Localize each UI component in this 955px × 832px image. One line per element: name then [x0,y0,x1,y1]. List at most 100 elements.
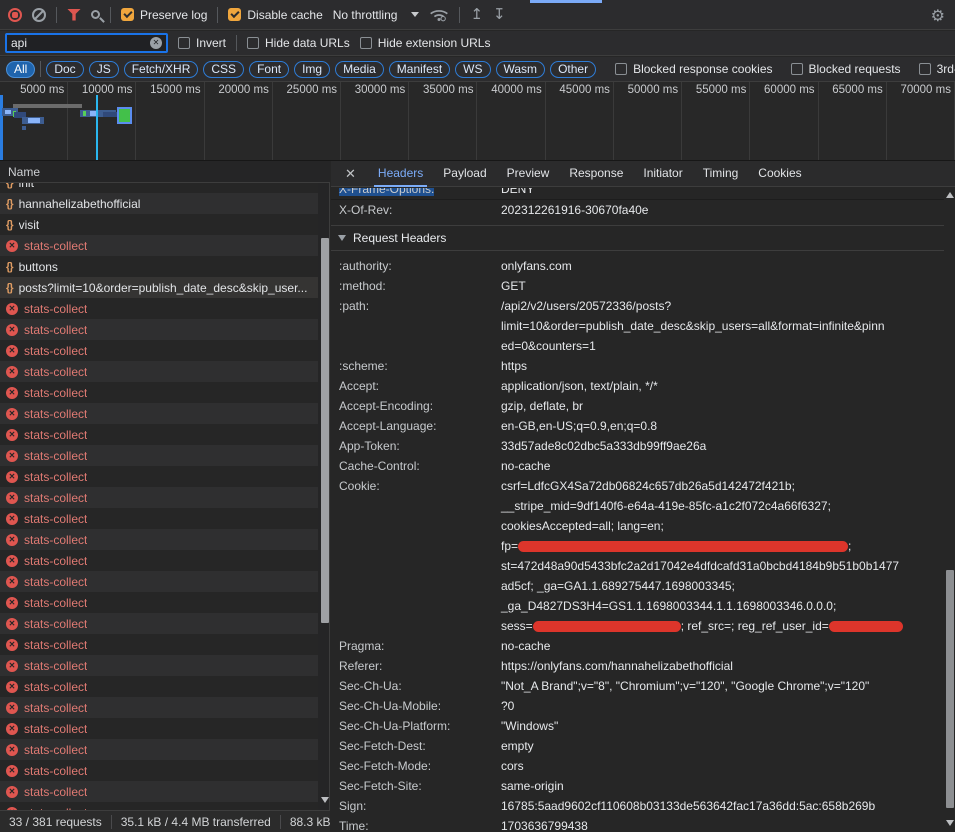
scrollbar-thumb[interactable] [946,570,954,808]
request-row[interactable]: ✕stats-collect [0,319,318,340]
filter-icon[interactable] [67,9,81,21]
request-row[interactable]: ✕stats-collect [0,361,318,382]
tab-headers[interactable]: Headers [368,161,433,187]
request-headers-section[interactable]: Request Headers [331,225,944,251]
type-filter-font[interactable]: Font [249,61,289,78]
type-filter-media[interactable]: Media [335,61,384,78]
request-row[interactable]: ✕stats-collect [0,697,318,718]
hide-extension-urls-checkbox[interactable]: Hide extension URLs [360,36,491,50]
checked-checkbox-icon[interactable] [121,8,134,21]
scroll-up-icon[interactable] [946,192,954,198]
export-har-icon[interactable]: ↧ [493,8,506,22]
request-row[interactable]: ✕stats-collect [0,445,318,466]
checked-checkbox-icon[interactable] [228,8,241,21]
filter-input[interactable] [11,36,146,50]
request-row[interactable]: ✕stats-collect [0,781,318,802]
request-row[interactable]: ✕stats-collect [0,235,318,256]
type-filter-wasm[interactable]: Wasm [496,61,546,78]
preserve-log-checkbox[interactable]: Preserve log [121,8,207,22]
blocked-response-cookies-checkbox[interactable]: Blocked response cookies [615,62,772,76]
record-icon[interactable] [8,8,22,22]
tab-timing[interactable]: Timing [693,161,749,187]
request-row[interactable]: ✕stats-collect [0,592,318,613]
request-row[interactable]: ✕stats-collect [0,508,318,529]
request-row[interactable]: {}hannahelizabethofficial [0,193,318,214]
3rd-party-requests-checkbox[interactable]: 3rd-party requests [919,62,955,76]
network-conditions-icon[interactable] [429,7,449,22]
detail-scrollbar[interactable] [944,188,955,832]
request-row[interactable]: ✕stats-collect [0,550,318,571]
scroll-down-icon[interactable] [321,797,329,803]
request-row[interactable]: ✕stats-collect [0,466,318,487]
search-icon[interactable] [91,10,100,19]
request-row[interactable]: ✕stats-collect [0,298,318,319]
name-column-header[interactable]: Name [0,161,330,183]
header-value: no-cache [501,456,944,476]
request-list-scrollbar[interactable] [319,161,330,810]
request-row[interactable]: ✕stats-collect [0,403,318,424]
hide-data-urls-checkbox[interactable]: Hide data URLs [247,36,350,50]
timeline-tick-label: 60000 ms [764,84,815,96]
request-row[interactable]: ✕stats-collect [0,718,318,739]
request-row[interactable]: ✕stats-collect [0,655,318,676]
scroll-down-icon[interactable] [946,820,954,826]
type-filter-fetch-xhr[interactable]: Fetch/XHR [124,61,199,78]
settings-gear-icon[interactable]: ⚙ [931,6,945,26]
unchecked-checkbox-icon[interactable] [247,37,259,49]
throttling-dropdown[interactable]: No throttling [333,8,420,22]
unchecked-checkbox-icon[interactable] [360,37,372,49]
request-row[interactable]: ✕stats-collect [0,739,318,760]
tab-response[interactable]: Response [559,161,633,187]
header-value-text: no-cache [501,459,550,473]
header-name: Cache-Control: [331,456,501,476]
tab-initiator[interactable]: Initiator [633,161,692,187]
disable-cache-checkbox[interactable]: Disable cache [228,8,322,22]
request-row[interactable]: ✕stats-collect [0,802,318,810]
clear-filter-icon[interactable]: ✕ [150,37,162,49]
type-filter-img[interactable]: Img [294,61,330,78]
request-name: init [19,183,34,190]
request-row[interactable]: ✕stats-collect [0,613,318,634]
request-row[interactable]: {}buttons [0,256,318,277]
request-row[interactable]: {}init [0,183,318,193]
request-row[interactable]: ✕stats-collect [0,382,318,403]
header-row: Accept-Language:en-GB,en-US;q=0.9,en;q=0… [331,416,944,436]
type-filter-manifest[interactable]: Manifest [389,61,450,78]
header-value: en-GB,en-US;q=0.9,en;q=0.8 [501,416,944,436]
header-value-line: st=472d48a90d5433bfc2a2d17042e4dfdcafd31… [501,556,944,576]
header-name: App-Token: [331,436,501,456]
unchecked-checkbox-icon[interactable] [919,63,931,75]
type-filter-ws[interactable]: WS [455,61,490,78]
type-filter-js[interactable]: JS [89,61,119,78]
close-icon[interactable]: ✕ [331,166,368,182]
type-filter-css[interactable]: CSS [203,61,244,78]
import-har-icon[interactable]: ↥ [470,8,483,22]
request-row[interactable]: ✕stats-collect [0,529,318,550]
type-filter-all[interactable]: All [6,61,35,78]
request-row[interactable]: ✕stats-collect [0,676,318,697]
scrollbar-thumb[interactable] [321,238,329,623]
type-filter-other[interactable]: Other [550,61,596,78]
clear-icon[interactable] [32,8,46,22]
header-name: Referer: [331,656,501,676]
tab-cookies[interactable]: Cookies [748,161,811,187]
request-row[interactable]: ✕stats-collect [0,571,318,592]
request-row[interactable]: ✕stats-collect [0,487,318,508]
unchecked-checkbox-icon[interactable] [791,63,803,75]
tab-preview[interactable]: Preview [497,161,560,187]
blocked-requests-checkbox[interactable]: Blocked requests [791,62,901,76]
unchecked-checkbox-icon[interactable] [615,63,627,75]
timeline-overview[interactable]: 5000 ms10000 ms15000 ms20000 ms25000 ms3… [0,82,955,161]
request-row[interactable]: ✕stats-collect [0,340,318,361]
request-row[interactable]: ✕stats-collect [0,760,318,781]
request-row[interactable]: ✕stats-collect [0,424,318,445]
network-toolbar: Preserve log Disable cache No throttling… [0,0,955,30]
tab-payload[interactable]: Payload [433,161,496,187]
invert-checkbox[interactable]: Invert [178,36,226,50]
request-row[interactable]: ✕stats-collect [0,634,318,655]
request-row[interactable]: {}posts?limit=10&order=publish_date_desc… [0,277,318,298]
request-row[interactable]: {}visit [0,214,318,235]
unchecked-checkbox-icon[interactable] [178,37,190,49]
header-value-text: ; ref_src=; reg_ref_user_id= [681,619,829,633]
type-filter-doc[interactable]: Doc [46,61,83,78]
